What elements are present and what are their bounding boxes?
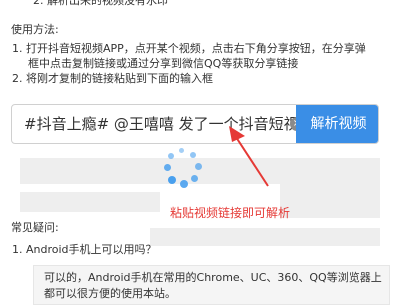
- faq-answer-box: 可以的，Android手机在常用的Chrome、UC、360、QQ等浏览器上 都…: [33, 265, 390, 305]
- faq-question-1: 1. Android手机上可以用吗？: [12, 243, 157, 256]
- faq-answer-1-line-1: 可以的，Android手机在常用的Chrome、UC、360、QQ等浏览器上: [44, 271, 382, 284]
- annotation-text: 粘贴视频链接即可解析: [170, 206, 291, 220]
- faq-answer-1-line-2: 都可以很方便的使用本站。: [44, 287, 176, 300]
- faq-title: 常见疑问:: [11, 221, 59, 234]
